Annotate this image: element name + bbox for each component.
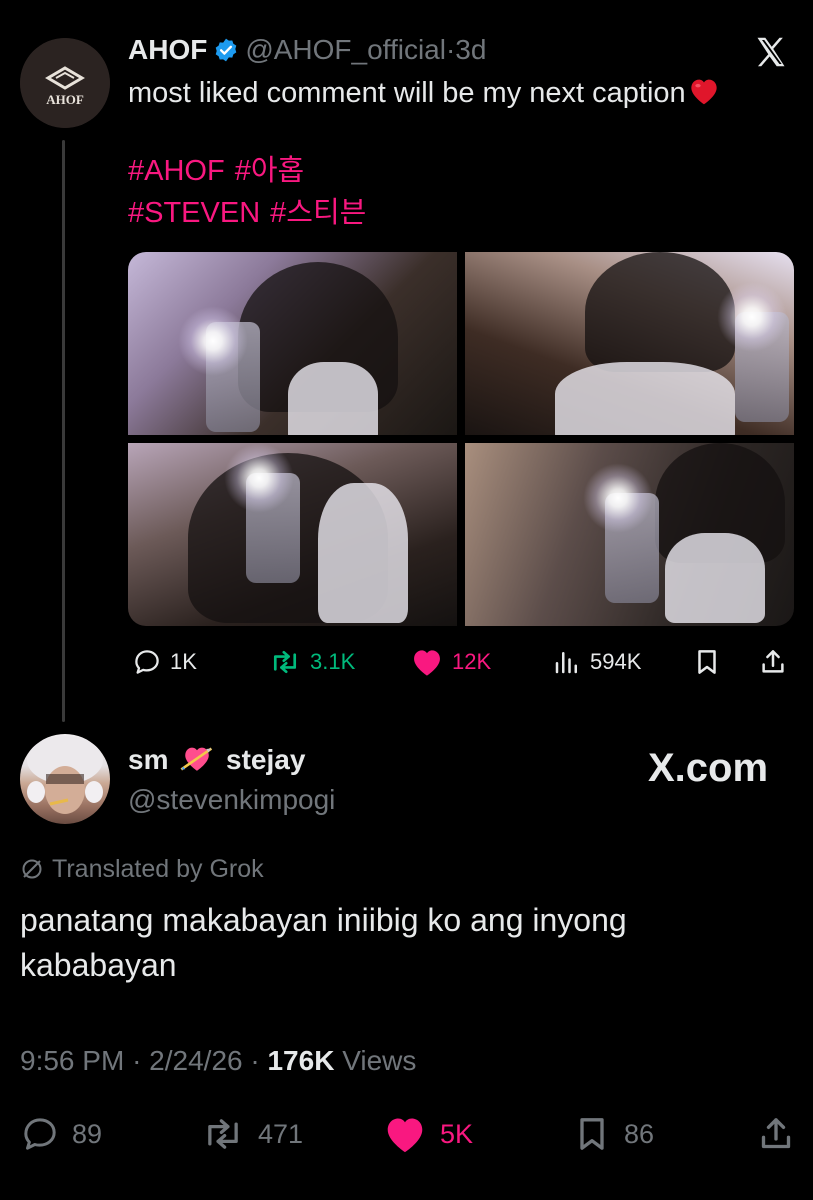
heart-filled-icon	[387, 1118, 423, 1153]
hashtags-block: #AHOF #아홉 #STEVEN #스티븐	[128, 150, 376, 234]
reply-handle[interactable]: @stevenkimpogi	[128, 782, 335, 818]
reply-tweet-text: panatang makabayan iniibig ko ang inyong…	[20, 902, 627, 983]
x-logo-icon[interactable]	[753, 34, 789, 70]
reply-repost-button[interactable]: 471	[200, 1112, 303, 1156]
hashtag-link[interactable]: #아홉	[235, 155, 305, 187]
x-com-watermark: X.com	[648, 746, 769, 790]
repost-count: 471	[258, 1118, 304, 1149]
parent-handle[interactable]: @AHOF_official	[245, 34, 446, 65]
heart-filled-icon	[414, 650, 440, 676]
share-button[interactable]	[758, 642, 788, 682]
hashtag-link[interactable]: #STEVEN	[128, 197, 260, 229]
display-name-part-2: stejay	[226, 744, 306, 775]
reply-share-button[interactable]	[756, 1112, 796, 1156]
user-avatar[interactable]	[20, 734, 110, 824]
like-count: 5K	[440, 1118, 474, 1149]
hashtag-link[interactable]: #AHOF	[128, 155, 225, 187]
avatar-logo-text: AHOF	[46, 92, 84, 107]
share-icon	[761, 1118, 791, 1149]
repost-icon	[273, 650, 297, 674]
reply-icon	[24, 1118, 56, 1150]
heart-arrow-emoji-icon	[180, 743, 214, 784]
grok-icon	[22, 859, 42, 879]
ahof-logo: AHOF	[20, 38, 110, 128]
reply-display-name[interactable]: sm stejay	[128, 742, 305, 784]
repost-count: 3.1K	[310, 649, 356, 674]
repost-button[interactable]: 3.1K	[268, 642, 355, 682]
parent-display-name[interactable]: AHOF	[128, 34, 207, 65]
meta-separator: ·	[132, 1045, 142, 1076]
ahof-avatar[interactable]: AHOF	[20, 38, 110, 128]
hashtag-line-1: #AHOF #아홉	[128, 150, 376, 192]
tweet-time[interactable]: 9:56 PM	[20, 1045, 124, 1076]
user-photo	[27, 736, 103, 814]
photo-4[interactable]	[465, 443, 794, 626]
reply-count: 1K	[170, 649, 197, 674]
photo-grid	[128, 252, 794, 626]
reply-bookmark-button[interactable]: 86	[572, 1112, 654, 1156]
photo-1[interactable]	[128, 252, 457, 435]
views-button[interactable]: 594K	[552, 642, 641, 682]
repost-icon	[208, 1119, 238, 1149]
parent-tweet-body: most liked comment will be my next capti…	[128, 77, 686, 109]
views-chart-icon	[555, 652, 577, 674]
hashtag-line-2: #STEVEN #스티븐	[128, 192, 376, 234]
red-heart-emoji-icon	[688, 76, 720, 116]
bookmark-count: 86	[624, 1118, 655, 1149]
meta-separator: ·	[250, 1045, 260, 1076]
reply-like-button[interactable]: 5K	[382, 1112, 473, 1156]
tweet-date[interactable]: 2/24/26	[149, 1045, 242, 1076]
bookmark-icon	[698, 650, 716, 674]
share-icon	[762, 650, 784, 673]
photo-2[interactable]	[465, 252, 794, 435]
bookmark-button[interactable]	[692, 642, 722, 682]
hashtag-link[interactable]: #스티븐	[270, 197, 366, 229]
reply-button[interactable]: 1K	[132, 642, 197, 682]
like-button[interactable]: 12K	[410, 642, 491, 682]
tweet-meta: 9:56 PM · 2/24/26 · 176K Views	[20, 1042, 416, 1080]
parent-action-bar: 1K 3.1K 12K 594K	[132, 642, 792, 682]
translated-label: Translated by Grok	[52, 855, 264, 883]
display-name-part-1: sm	[128, 744, 169, 775]
verified-badge-icon	[213, 36, 239, 72]
reply-count: 89	[72, 1118, 103, 1149]
parent-tweet-header: AHOF @AHOF_official·3d	[128, 32, 486, 72]
reply-reply-button[interactable]: 89	[20, 1112, 102, 1156]
views-label: Views	[342, 1045, 417, 1076]
header-separator: ·	[445, 34, 456, 65]
reply-action-bar: 89 471 5K 86	[20, 1112, 800, 1156]
translation-notice[interactable]: Translated by Grok	[20, 852, 264, 886]
photo-3[interactable]	[128, 443, 457, 626]
bookmark-icon	[580, 1118, 604, 1150]
views-count: 594K	[590, 649, 642, 674]
parent-tweet-text: most liked comment will be my next capti…	[128, 74, 720, 116]
reply-icon	[135, 650, 159, 674]
thread-connector-line	[62, 140, 65, 722]
like-count: 12K	[452, 649, 492, 674]
views-total[interactable]: 176K	[267, 1045, 334, 1076]
parent-age[interactable]: 3d	[455, 34, 486, 65]
